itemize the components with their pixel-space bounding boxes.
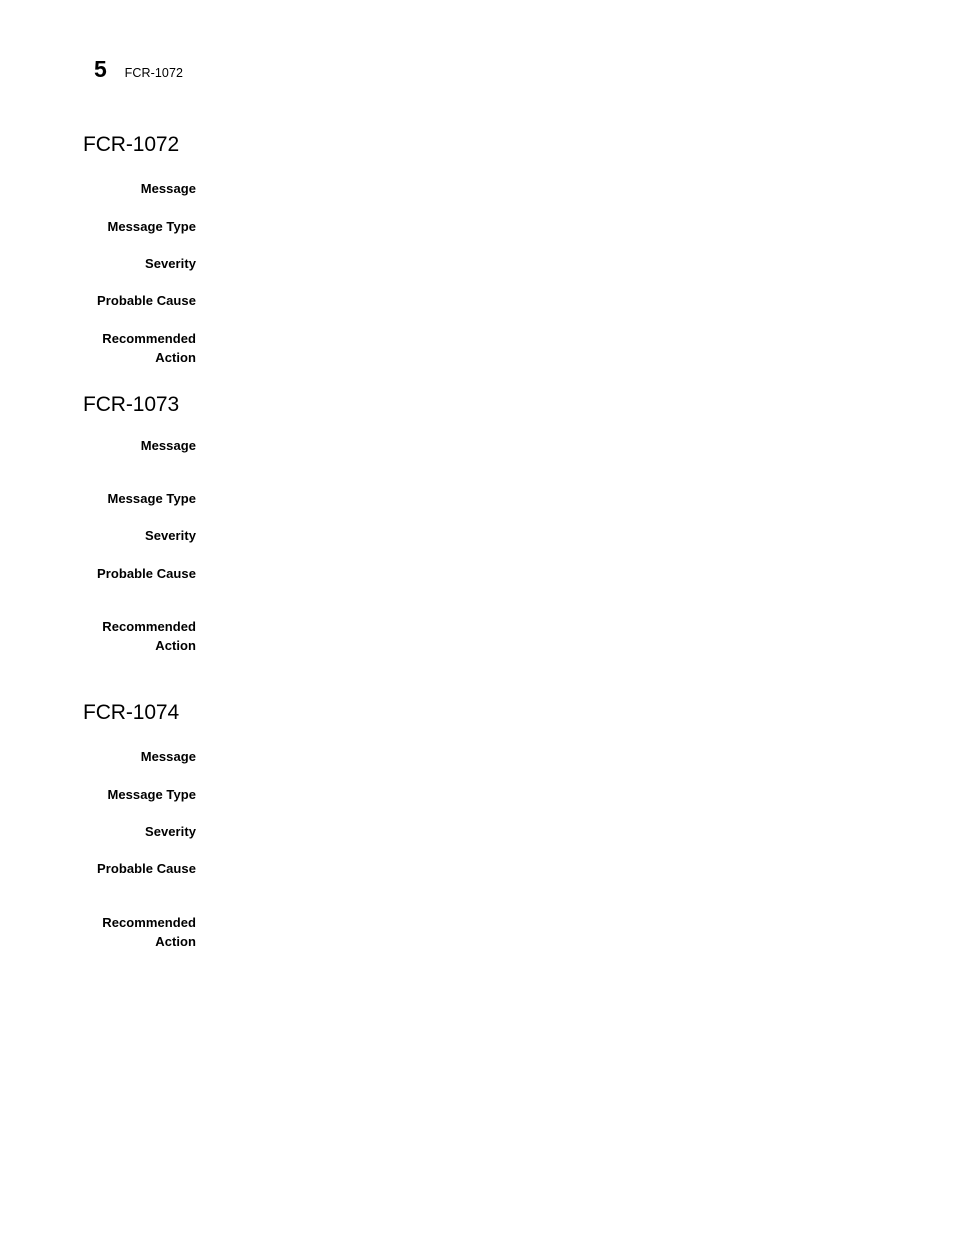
document-page: 5 FCR-1072 FCR-1072 Message Message Type Se… — [0, 0, 954, 1235]
field-label: Message — [140, 181, 196, 196]
section-heading: FCR-1072 — [83, 133, 180, 156]
section-heading: FCR-1074 — [83, 701, 180, 724]
field-row: Message Type — [0, 218, 954, 237]
field-row: Recommended Action — [0, 330, 954, 367]
field-value — [196, 218, 954, 237]
page-header: 5 FCR-1072 — [94, 58, 183, 81]
field-label: Severity — [145, 824, 196, 839]
field-label: Message — [140, 749, 196, 764]
field-row: Probable Cause — [0, 565, 954, 584]
field-row: Severity — [0, 823, 954, 842]
field-label: Probable Cause — [97, 293, 196, 308]
header-chapter-label: FCR-1072 — [124, 66, 184, 80]
field-row: Message — [0, 180, 954, 199]
field-row: Recommended Action — [0, 618, 954, 655]
field-label: Probable Cause — [97, 861, 196, 876]
field-value — [196, 786, 954, 805]
field-value — [196, 527, 954, 546]
field-row: Message Type — [0, 786, 954, 805]
field-label: Message — [140, 438, 196, 453]
field-value — [196, 330, 954, 349]
field-row: Message — [0, 437, 954, 456]
page-number: 5 — [94, 56, 107, 82]
field-label: Message Type — [107, 219, 196, 234]
field-value — [196, 437, 954, 456]
field-value — [196, 748, 954, 767]
field-value — [196, 490, 954, 509]
field-label: Recommended Action — [102, 915, 196, 949]
field-row: Message Type — [0, 490, 954, 509]
field-value — [196, 180, 954, 199]
field-value — [196, 255, 954, 274]
field-value — [196, 618, 954, 637]
field-label: Severity — [145, 528, 196, 543]
field-row: Probable Cause — [0, 292, 954, 311]
field-value — [196, 565, 954, 584]
field-row: Severity — [0, 527, 954, 546]
field-value — [196, 823, 954, 842]
field-label: Message Type — [107, 491, 196, 506]
field-label: Probable Cause — [97, 566, 196, 581]
field-value — [196, 914, 954, 933]
field-row: Recommended Action — [0, 914, 954, 951]
field-row: Message — [0, 748, 954, 767]
field-label: Severity — [145, 256, 196, 271]
field-label: Recommended Action — [102, 331, 196, 365]
field-value — [196, 860, 954, 879]
field-row: Severity — [0, 255, 954, 274]
field-row: Probable Cause — [0, 860, 954, 879]
field-label: Message Type — [107, 787, 196, 802]
field-value — [196, 292, 954, 311]
section-heading: FCR-1073 — [83, 393, 180, 416]
field-label: Recommended Action — [102, 619, 196, 653]
